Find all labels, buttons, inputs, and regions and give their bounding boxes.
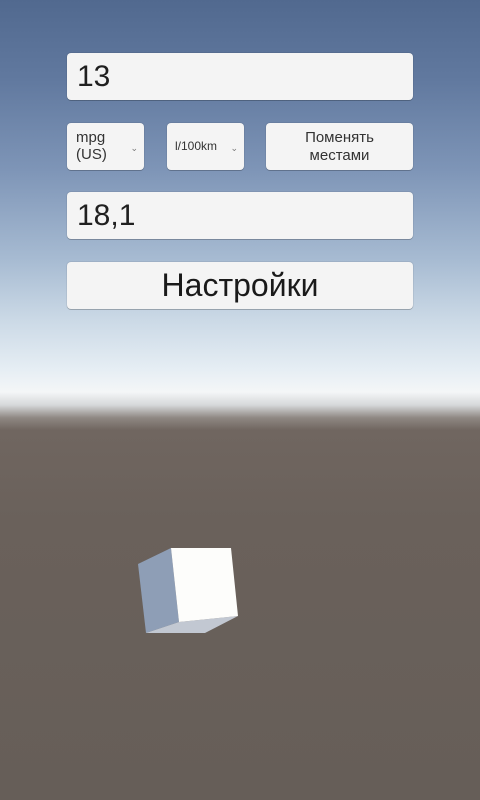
result-field[interactable]: 18,1 (67, 192, 413, 239)
chevron-down-icon: ⌄ (230, 143, 238, 153)
to-unit-dropdown[interactable]: l/100km ⌄ (167, 123, 244, 170)
cube-3d-object (138, 548, 238, 633)
cube-front-face (171, 548, 238, 622)
settings-label: Настройки (161, 267, 319, 303)
to-unit-label: l/100km (175, 139, 218, 153)
settings-button[interactable]: Настройки (67, 262, 413, 309)
swap-units-button[interactable]: Поменять местами (266, 123, 413, 170)
from-unit-dropdown[interactable]: mpg (US) ⌄ (67, 123, 144, 170)
chevron-down-icon: ⌄ (130, 143, 138, 153)
from-unit-label: mpg (US) (76, 129, 107, 163)
value-input[interactable]: 13 (67, 53, 413, 100)
swap-units-label: Поменять местами (305, 128, 374, 164)
